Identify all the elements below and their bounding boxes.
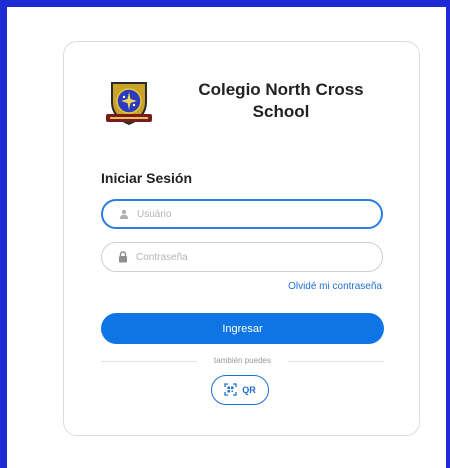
login-button[interactable]: Ingresar (101, 313, 384, 344)
school-crest-icon (103, 78, 155, 128)
forgot-password-link[interactable]: Olvidé mi contraseña (288, 281, 382, 292)
password-field[interactable]: Contraseña (101, 242, 383, 272)
school-name-line1: Colegio North Cross (198, 80, 364, 99)
divider-line-right (288, 361, 384, 362)
school-name-line2: School (252, 102, 310, 121)
alt-login-divider: también puedes (101, 355, 384, 367)
qr-button-label: QR (242, 385, 256, 395)
login-card: Colegio North Cross School Iniciar Sesió… (63, 41, 420, 436)
login-title: Iniciar Sesión (101, 170, 193, 186)
username-field[interactable]: Usuário (101, 199, 383, 229)
qr-scan-icon (224, 382, 237, 398)
username-placeholder: Usuário (137, 208, 172, 220)
user-icon (117, 207, 131, 221)
lock-icon (116, 250, 130, 264)
password-placeholder: Contraseña (136, 251, 188, 263)
qr-login-button[interactable]: QR (211, 375, 269, 405)
school-name: Colegio North Cross School (176, 79, 386, 123)
